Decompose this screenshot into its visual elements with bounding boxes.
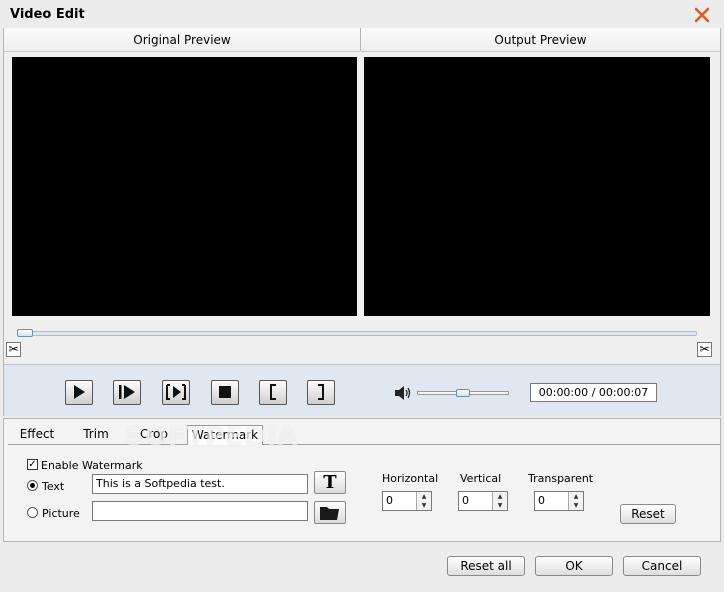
play-icon [74,385,85,399]
spin-down-icon: ▼ [497,502,503,509]
play-selection-icon [166,384,186,400]
checkmark-icon: ✓ [28,459,37,470]
folder-icon [320,507,339,520]
play-selection-button[interactable] [162,380,190,405]
transparent-spinner[interactable]: 0 ▲ ▼ [534,491,584,511]
play-button[interactable] [65,380,93,405]
horizontal-label: Horizontal [382,472,439,485]
volume-thumb[interactable] [456,389,470,397]
seek-track[interactable] [17,331,697,336]
mark-out-icon [318,384,324,400]
mark-in-icon [270,384,276,400]
horizontal-value: 0 [386,494,393,507]
text-radio-label: Text [42,480,65,493]
ok-button[interactable]: OK [535,556,613,576]
picture-radio-label: Picture [42,507,80,520]
transparent-label: Transparent [528,472,594,485]
spin-up-icon: ▲ [497,493,503,500]
mark-in-button[interactable] [259,380,287,405]
close-icon[interactable] [692,5,712,25]
spin-down-icon: ▼ [421,502,427,509]
spin-up-icon: ▲ [421,493,427,500]
spin-down-icon: ▼ [573,502,579,509]
horizontal-spin-arrows[interactable]: ▲ ▼ [416,492,431,510]
output-video-area [364,57,710,316]
spin-up-icon: ▲ [573,493,579,500]
stop-icon [219,386,231,398]
trim-end-scissors-icon[interactable]: ✂ [697,342,712,357]
horizontal-spinner[interactable]: 0 ▲ ▼ [382,491,432,511]
step-forward-icon [119,385,135,399]
tab-divider [8,444,720,445]
output-preview-label: Output Preview [361,28,720,52]
font-button[interactable]: T [314,471,346,494]
vertical-value: 0 [462,494,469,507]
time-display: 00:00:00 / 00:00:07 [530,383,657,402]
browse-picture-button[interactable] [314,501,346,524]
vertical-spinner[interactable]: 0 ▲ ▼ [458,491,508,511]
reset-button[interactable]: Reset [620,504,676,524]
trim-start-scissors-icon[interactable]: ✂ [6,342,21,357]
mark-out-button[interactable] [307,380,335,405]
watermark-text-input[interactable]: This is a Softpedia test. [92,474,308,494]
softpedia-watermark: SOFTPEDIA [125,422,299,452]
transparent-spin-arrows[interactable]: ▲ ▼ [568,492,583,510]
original-preview-label: Original Preview [4,28,360,52]
next-frame-button[interactable] [113,380,141,405]
window-title: Video Edit [10,7,85,22]
text-radio[interactable] [27,480,38,491]
vertical-label: Vertical [460,472,502,485]
stop-button[interactable] [211,380,239,405]
original-video-area [12,57,357,316]
text-style-icon: T [323,472,337,493]
picture-path-input[interactable] [92,501,308,521]
reset-all-button[interactable]: Reset all [447,556,525,576]
tab-trim[interactable]: Trim [78,425,114,445]
enable-watermark-label: Enable Watermark [41,459,143,472]
preview-divider [360,29,361,51]
vertical-spin-arrows[interactable]: ▲ ▼ [492,492,507,510]
transparent-value: 0 [538,494,545,507]
tab-effect[interactable]: Effect [14,425,60,445]
cancel-button[interactable]: Cancel [623,556,701,576]
enable-watermark-checkbox[interactable]: ✓ [27,459,38,470]
picture-radio[interactable] [27,507,38,518]
volume-icon[interactable] [394,385,412,404]
seek-thumb[interactable] [17,329,33,337]
